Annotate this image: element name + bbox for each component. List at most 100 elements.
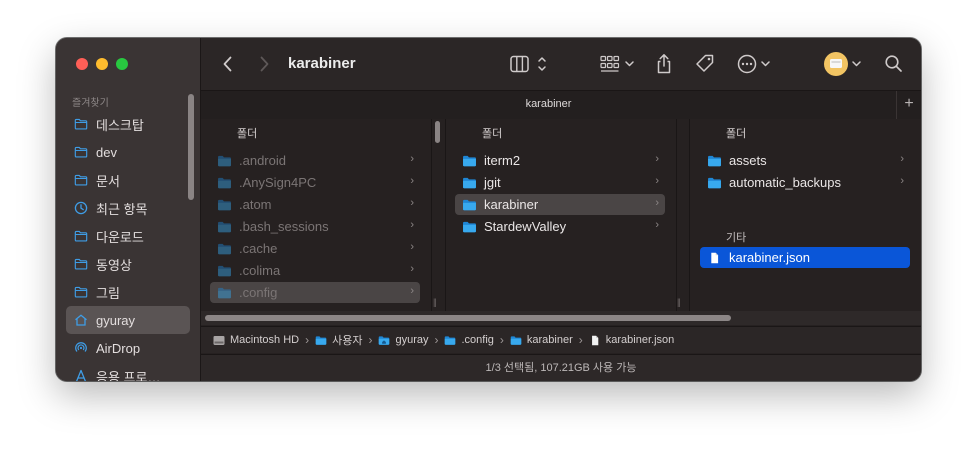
list-item[interactable]: iterm2 › [455,150,665,171]
folder-icon [444,335,456,346]
chevron-right-icon: › [368,333,373,347]
chevron-right-icon: › [410,197,414,209]
chevron-right-icon: › [900,175,904,187]
folder-icon [74,257,88,271]
list-item[interactable]: StardewValley › [455,216,665,237]
folder-icon [217,221,232,233]
sidebar-item-desktop[interactable]: 데스크탑 [66,110,190,138]
path-item-macintosh-hd[interactable]: Macintosh HD [213,334,299,346]
new-tab-button[interactable]: + [896,91,921,119]
column-config: 폴더 iterm2 › jgit › karabiner › StardewValle… [446,119,675,311]
folder-icon [217,243,232,255]
list-item[interactable]: .colima › [210,260,420,281]
forward-button[interactable] [257,52,271,76]
path-item-config[interactable]: .config [444,334,494,346]
status-bar: 1/3 선택됨, 107.21GB 사용 가능 [201,354,921,381]
group-button[interactable] [599,52,637,76]
chevron-right-icon: › [655,175,659,187]
back-button[interactable] [221,52,235,76]
list-item[interactable]: .android › [210,150,420,171]
sidebar-item-label: 동영상 [96,257,132,273]
path-item-karabiner[interactable]: karabiner [510,334,573,346]
sidebar-item-documents[interactable]: 문서 [66,166,190,194]
list-item[interactable]: .AnySign4PC › [210,172,420,193]
view-mode-button[interactable] [509,52,549,76]
column-divider [676,119,677,311]
sidebar-item-pictures[interactable]: 그림 [66,278,190,306]
folder-icon [510,335,522,346]
airdrop-icon [75,342,87,352]
path-item-users[interactable]: 사용자 [315,332,362,348]
chevron-right-icon: › [499,333,504,347]
folder-icon [217,265,232,277]
columns-view-icon [510,55,546,73]
chevron-left-icon [223,56,232,72]
column-browser: 폴더 .android › .AnySign4PC › .atom › .bash_s… [201,119,921,311]
folder-icon [707,155,722,167]
column-header: 폴더 [726,128,747,140]
share-icon [657,54,671,74]
list-item-selected[interactable]: karabiner › [455,194,665,215]
path-item-home[interactable]: gyuray [378,334,428,346]
folder-icon [217,287,232,299]
sidebar-item-label: 문서 [96,173,120,189]
sidebar-item-label: 그림 [96,285,120,301]
column-resize-handle[interactable]: || [433,297,437,307]
list-item[interactable]: .bash_sessions › [210,216,420,237]
chevron-right-icon: › [410,153,414,165]
chevron-right-icon: › [410,241,414,253]
share-button[interactable] [654,52,674,76]
column-scrollbar[interactable] [435,121,440,143]
folder-icon [462,155,477,167]
finder-window: 즐겨찾기 데스크탑 dev 문서 최근 항목 다운로드 동영상 그림 gyura… [56,38,921,381]
sidebar-item-movies[interactable]: 동영상 [66,250,190,278]
home-folder-icon [378,335,390,346]
group-label-other: 기타 [726,232,747,244]
zoom-window-button[interactable] [116,58,128,70]
chevron-right-icon: › [655,219,659,231]
list-item[interactable]: .atom › [210,194,420,215]
sidebar-item-airdrop[interactable]: AirDrop [66,334,190,362]
sidebar-item-recents[interactable]: 최근 항목 [66,194,190,222]
sidebar-scrollbar[interactable] [188,94,194,200]
tag-icon [696,54,714,72]
sidebar-item-home[interactable]: gyuray [66,306,190,334]
search-button[interactable] [884,52,904,76]
list-item[interactable]: automatic_backups › [700,172,910,193]
sidebar-item-dev[interactable]: dev [66,138,190,166]
sidebar-item-label: gyuray [96,312,136,328]
more-actions-button[interactable] [736,52,774,76]
chevron-right-icon [260,56,269,72]
sidebar-item-label: dev [96,144,117,160]
folder-icon [74,173,88,187]
minimize-window-button[interactable] [96,58,108,70]
path-item-karabiner-json[interactable]: karabiner.json [589,334,674,346]
close-window-button[interactable] [76,58,88,70]
column-header: 폴더 [237,128,258,140]
chevron-right-icon: › [578,333,583,347]
list-item-selected-file[interactable]: karabiner.json [700,247,910,268]
tab-karabiner[interactable]: karabiner [201,98,896,110]
folder-icon [74,229,88,243]
document-icon [591,335,599,345]
column-karabiner: 폴더 assets › automatic_backups › 기타 karabin… [690,119,921,311]
list-item[interactable]: assets › [700,150,910,171]
chevron-right-icon: › [900,153,904,165]
server-button[interactable] [824,52,864,76]
sidebar-item-downloads[interactable]: 다운로드 [66,222,190,250]
folder-icon [462,221,477,233]
folder-icon [74,117,88,131]
list-item[interactable]: jgit › [455,172,665,193]
list-item-selected[interactable]: .config › [210,282,420,303]
column-resize-handle[interactable]: || [677,297,681,307]
horizontal-scroll-thumb[interactable] [205,315,731,321]
sidebar-item-label: 다운로드 [96,229,144,245]
chevron-right-icon: › [655,153,659,165]
folder-icon [217,177,232,189]
list-item[interactable]: .cache › [210,238,420,259]
favorites-list: 데스크탑 dev 문서 최근 항목 다운로드 동영상 그림 gyuray Air… [66,110,190,381]
folder-icon [74,285,88,299]
sidebar-item-applications[interactable]: 응용 프로… [66,362,190,381]
favorites-section-title: 즐겨찾기 [72,98,109,109]
tags-button[interactable] [694,52,716,76]
